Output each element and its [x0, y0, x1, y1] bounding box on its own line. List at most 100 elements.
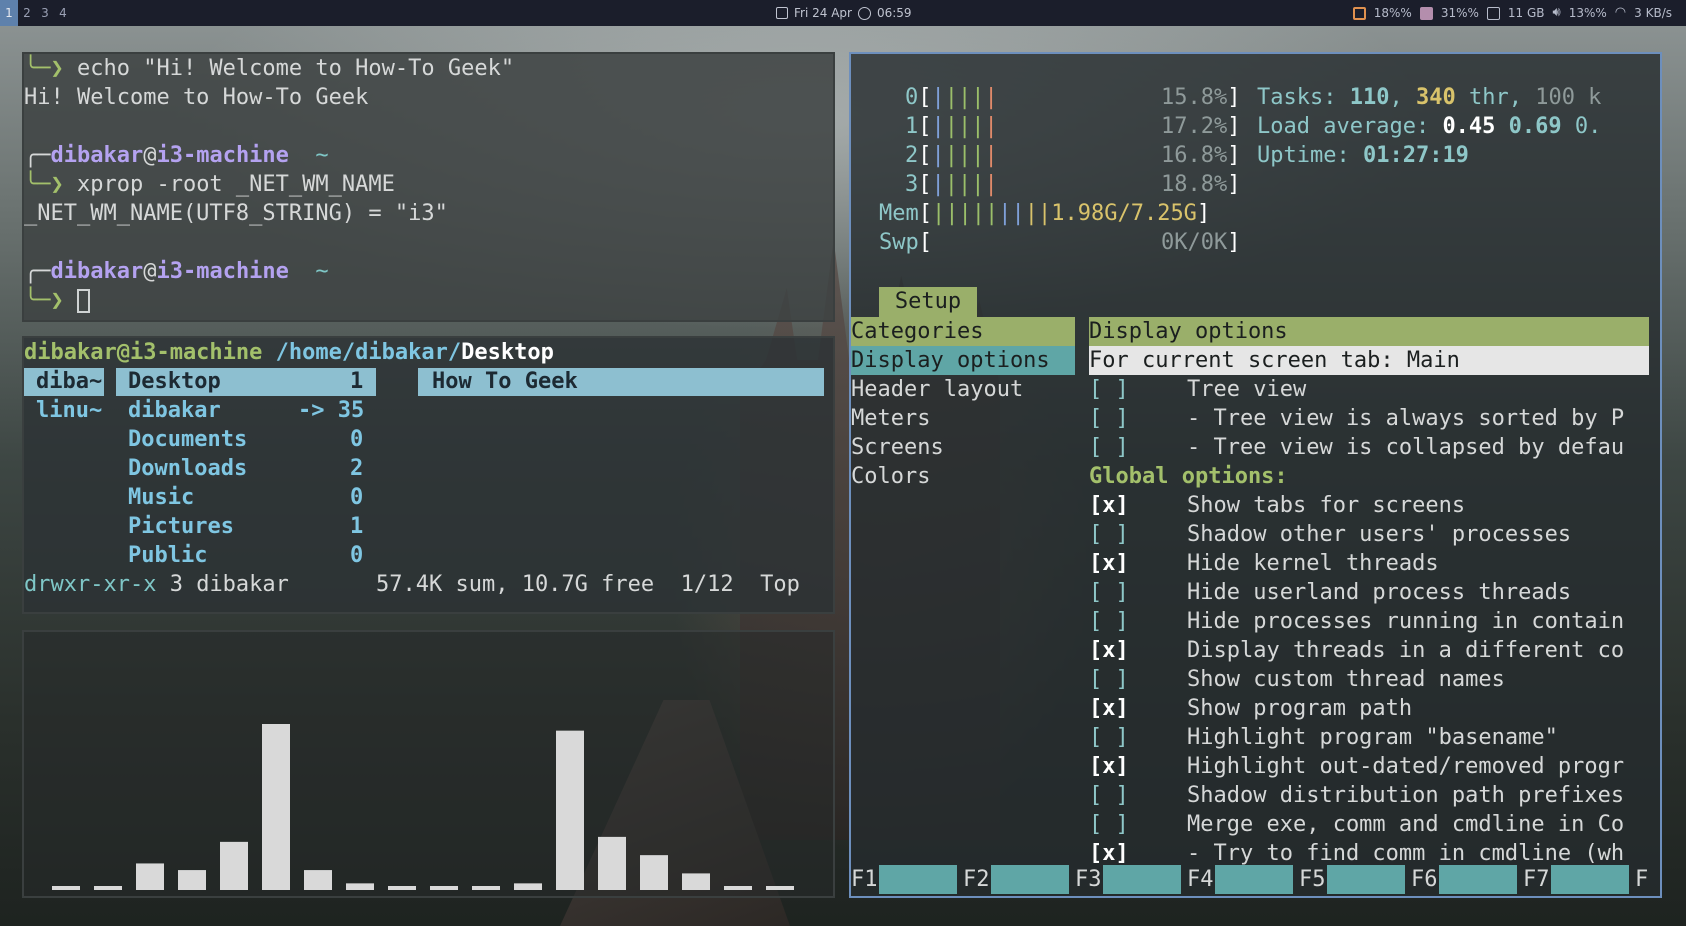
option-label[interactable]: - Tree view is collapsed by defau [1187, 433, 1624, 462]
option-checkbox[interactable]: [ ] [1089, 665, 1129, 694]
ranger-window[interactable]: dibakar@i3-machine /home/dibakar/Desktop… [22, 336, 835, 614]
option-label[interactable]: Hide kernel threads [1187, 549, 1439, 578]
option-label[interactable]: Tree view [1187, 375, 1306, 404]
visualizer-bar [598, 836, 626, 890]
visualizer-bar [178, 870, 206, 890]
category-screens[interactable]: Screens [851, 433, 944, 462]
fkey-action-f1[interactable] [879, 865, 957, 894]
visualizer-bar [766, 886, 794, 890]
option-label[interactable]: Hide processes running in contain [1187, 607, 1624, 636]
fkey-f1[interactable]: F1 [851, 865, 878, 894]
option-label[interactable]: Highlight out-dated/removed progr [1187, 752, 1624, 781]
fkey-action-f3[interactable] [1103, 865, 1181, 894]
fkey-action-f2[interactable] [991, 865, 1069, 894]
fkey-f[interactable]: F [1635, 865, 1648, 894]
dir-entry-desktop[interactable]: Desktop [128, 367, 221, 396]
option-checkbox[interactable]: [x] [1089, 549, 1129, 578]
dir-entry-count: 0 [350, 427, 364, 452]
option-checkbox[interactable]: [x] [1089, 694, 1129, 723]
mem-meter: Mem[|||||||||1.98G/7.25G] [879, 201, 1211, 226]
cpu-percent-3: 18.8%] [1161, 172, 1241, 197]
visualizer-window[interactable] [22, 630, 835, 898]
workspace-2[interactable]: 2 [18, 0, 36, 26]
volume-icon[interactable]: 🔊︎ [1553, 0, 1561, 26]
option-label[interactable]: - Try to find comm in cmdline (wh [1187, 839, 1624, 868]
visualizer-bar [640, 855, 668, 890]
preview-entry[interactable]: How To Geek [432, 367, 578, 396]
wifi-icon[interactable]: ◠ [1615, 0, 1626, 26]
option-label[interactable]: - Tree view is always sorted by P [1187, 404, 1624, 433]
dir-entry[interactable]: Downloads [128, 454, 247, 483]
cpu-meter-2: 2[||||| [905, 143, 998, 168]
option-label[interactable]: Shadow distribution path prefixes [1187, 781, 1624, 810]
option-label[interactable]: Show custom thread names [1187, 665, 1505, 694]
dir-entry[interactable]: Music [128, 483, 194, 512]
visualizer-bar [682, 873, 710, 890]
parent-dir-item[interactable]: linu~ [36, 396, 102, 425]
global-options-label: Global options: [1089, 464, 1288, 489]
visualizer-bar [472, 886, 500, 890]
option-checkbox[interactable]: [ ] [1089, 781, 1129, 810]
fkey-f6[interactable]: F6 [1411, 865, 1438, 894]
option-checkbox[interactable]: [ ] [1089, 810, 1129, 839]
option-checkbox[interactable]: [x] [1089, 491, 1129, 520]
dir-entry[interactable]: Pictures [128, 512, 234, 541]
category-meters[interactable]: Meters [851, 404, 930, 433]
text-cursor [76, 289, 90, 313]
fkey-f2[interactable]: F2 [963, 865, 990, 894]
option-label[interactable]: Show tabs for screens [1187, 491, 1465, 520]
option-label[interactable]: Hide userland process threads [1187, 578, 1571, 607]
option-checkbox[interactable]: [x] [1089, 752, 1129, 781]
fkey-f3[interactable]: F3 [1075, 865, 1102, 894]
terminal-line: ╰─❯ xprop -root _NET_WM_NAME [24, 172, 395, 197]
option-checkbox[interactable]: [ ] [1089, 723, 1129, 752]
volume-text: 13%% [1568, 6, 1607, 20]
audio-bars [52, 724, 794, 890]
dir-entry[interactable]: dibakar [128, 396, 221, 425]
option-label[interactable]: Highlight program "basename" [1187, 723, 1558, 752]
option-checkbox[interactable]: [ ] [1089, 520, 1129, 549]
option-checkbox[interactable]: [ ] [1089, 375, 1129, 404]
option-checkbox[interactable]: [ ] [1089, 607, 1129, 636]
dir-entry-count: 0 [350, 543, 364, 568]
option-checkbox[interactable]: [ ] [1089, 433, 1129, 462]
dir-entry[interactable]: Public [128, 541, 207, 570]
parent-dir-item[interactable]: diba~ [36, 367, 102, 396]
option-label[interactable]: Show program path [1187, 694, 1412, 723]
option-checkbox[interactable]: [x] [1089, 839, 1129, 868]
option-label[interactable]: Shadow other users' processes [1187, 520, 1571, 549]
option-label[interactable]: Merge exe, comm and cmdline in Co [1187, 810, 1624, 839]
visualizer-bar [388, 886, 416, 890]
category-colors[interactable]: Colors [851, 462, 930, 491]
option-label[interactable]: Display threads in a different co [1187, 636, 1624, 665]
fkey-f7[interactable]: F7 [1523, 865, 1550, 894]
workspace-1[interactable]: 1 [0, 0, 18, 26]
calendar-icon [776, 7, 788, 19]
fkey-f5[interactable]: F5 [1299, 865, 1326, 894]
workspace-3[interactable]: 3 [36, 0, 54, 26]
memory-icon [1419, 6, 1433, 20]
fkey-action-f7[interactable] [1551, 865, 1629, 894]
visualizer-bar [136, 863, 164, 890]
workspace-4[interactable]: 4 [54, 0, 72, 26]
terminal-input-line[interactable]: ╰─❯ [24, 286, 90, 315]
fkey-action-f5[interactable] [1327, 865, 1405, 894]
option-checkbox[interactable]: [ ] [1089, 404, 1129, 433]
fkey-action-f4[interactable] [1215, 865, 1293, 894]
swp-meter: Swp[ [879, 230, 932, 255]
category-display-options[interactable]: Display options [851, 346, 1075, 375]
fkey-action-f6[interactable] [1439, 865, 1517, 894]
clock-icon [857, 6, 871, 20]
panel-subheader[interactable]: For current screen tab: Main [1089, 346, 1649, 375]
option-checkbox[interactable]: [x] [1089, 636, 1129, 665]
dir-entry[interactable]: Documents [128, 425, 247, 454]
fkey-f4[interactable]: F4 [1187, 865, 1214, 894]
cpu-meter-3: 3[||||| [905, 172, 998, 197]
cpu-percent-0: 15.8%] [1161, 85, 1241, 110]
category-header-layout[interactable]: Header layout [851, 375, 1023, 404]
visualizer-bar [52, 886, 80, 890]
tab-setup[interactable]: Setup [879, 287, 977, 317]
htop-window[interactable]: 0[||||| 15.8%] 1[||||| 17.2%] 2[||||| 16… [849, 52, 1662, 898]
option-checkbox[interactable]: [ ] [1089, 578, 1129, 607]
terminal-window[interactable]: ╰─❯ echo "Hi! Welcome to How-To Geek" Hi… [22, 52, 835, 322]
